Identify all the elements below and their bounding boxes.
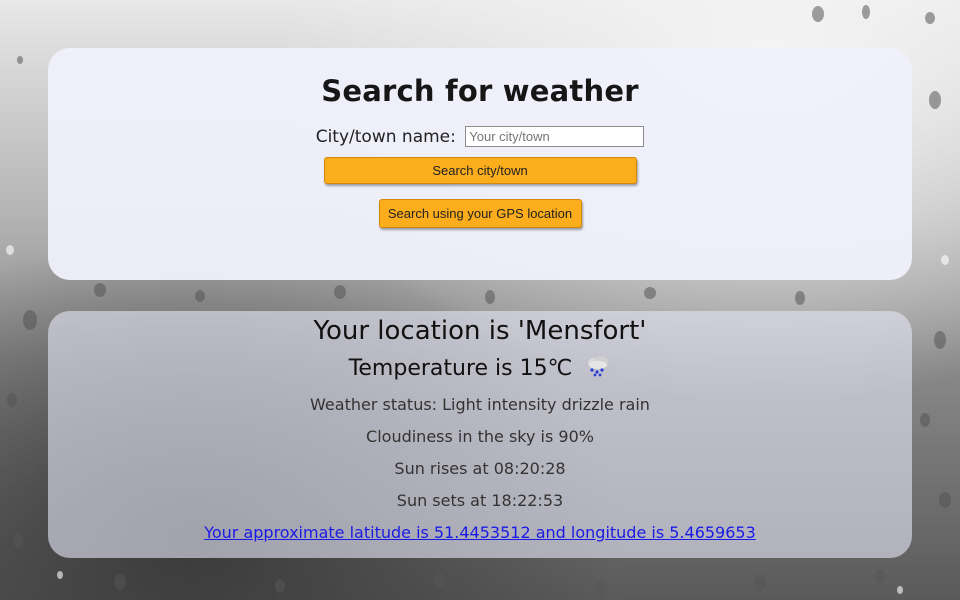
search-panel: Search for weather City/town name: Searc…	[48, 48, 912, 280]
city-input[interactable]	[465, 126, 645, 147]
city-label: City/town name:	[315, 126, 456, 147]
weather-status: Weather status: Light intensity drizzle …	[310, 395, 650, 414]
rain-cloud-icon	[585, 355, 611, 383]
page-title: Search for weather	[321, 74, 639, 108]
weather-result-panel: Your location is 'Mensfort' Temperature …	[48, 311, 912, 558]
temperature-text: Temperature is 15℃	[348, 356, 573, 381]
coordinates-link[interactable]: Your approximate latitude is 51.4453512 …	[204, 517, 756, 549]
sunrise-time: Sun rises at 08:20:28	[394, 459, 566, 478]
temperature-line: Temperature is 15℃	[48, 355, 912, 383]
cloudiness: Cloudiness in the sky is 90%	[366, 427, 594, 446]
location-heading: Your location is 'Mensfort'	[313, 316, 647, 346]
sunset-time: Sun sets at 18:22:53	[396, 491, 564, 510]
search-city-button[interactable]: Search city/town	[323, 157, 637, 184]
gps-search-button[interactable]: Search using your GPS location	[378, 199, 582, 228]
city-row: City/town name:	[48, 126, 912, 147]
